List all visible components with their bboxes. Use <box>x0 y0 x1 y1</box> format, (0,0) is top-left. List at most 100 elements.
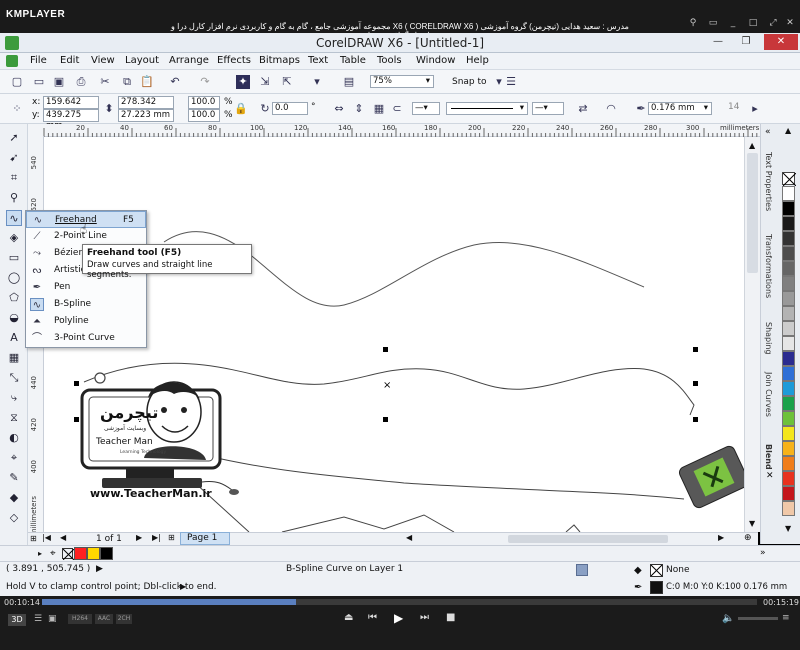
search-content-icon[interactable]: ✦ <box>236 75 250 89</box>
previous-icon[interactable]: ⏮ <box>368 612 377 623</box>
palette-swatch[interactable] <box>782 456 795 471</box>
menu-layout[interactable]: Layout <box>125 55 159 66</box>
fill-swatch[interactable] <box>650 564 663 577</box>
docker-close-icon[interactable]: ✕ <box>766 471 774 481</box>
menu-view[interactable]: View <box>91 55 115 66</box>
stop-icon[interactable]: ■ <box>446 612 455 623</box>
scroll-up-icon[interactable]: ▲ <box>749 141 755 150</box>
freehand-tool-icon[interactable]: ∿ <box>6 210 22 226</box>
palette-expand-icon[interactable]: » <box>760 548 766 558</box>
add-page-icon[interactable]: ⊞ <box>168 533 175 542</box>
equalizer-icon[interactable]: ≡ <box>782 613 790 623</box>
status-expand-icon[interactable]: ▶ <box>96 564 103 574</box>
palette-swatch[interactable] <box>782 471 795 486</box>
transparency-tool-icon[interactable]: ◐ <box>6 430 22 446</box>
hscroll-right-icon[interactable]: ▶ <box>718 533 724 542</box>
table-tool-icon[interactable]: ▦ <box>6 350 22 366</box>
palette-swatch[interactable] <box>782 486 795 501</box>
reverse-direction-icon[interactable]: ⇄ <box>576 102 590 116</box>
first-page-icon[interactable]: |◀ <box>42 533 51 542</box>
undo-icon[interactable]: ↶ <box>168 75 182 89</box>
hscroll-left-icon[interactable]: ◀ <box>406 533 412 542</box>
palette-swatch[interactable] <box>782 201 795 216</box>
next-page-icon[interactable]: ▶ <box>136 533 142 542</box>
scroll-down-icon[interactable]: ▼ <box>749 519 755 528</box>
flyout-item-polyline[interactable]: ⏶ Polyline <box>26 313 146 330</box>
palette-swatch[interactable] <box>782 186 795 201</box>
height-field[interactable]: 27.223 mm <box>118 109 174 122</box>
close-icon[interactable]: ✕ <box>764 34 798 50</box>
snap-to-button[interactable]: Snap to <box>452 77 487 87</box>
playlist-icon[interactable]: ☰ <box>34 614 42 624</box>
close-curve-button-icon[interactable]: ◠ <box>604 102 618 116</box>
palette-swatch[interactable] <box>782 216 795 231</box>
docker-tab-blend[interactable]: Blend <box>764 444 773 470</box>
docker-tab-shaping[interactable]: Shaping <box>764 322 773 355</box>
scale-y-field[interactable]: 100.0 <box>188 109 220 122</box>
volume-slider[interactable] <box>738 617 778 620</box>
doc-swatch-black[interactable] <box>100 547 113 560</box>
palette-swatch[interactable] <box>782 426 795 441</box>
palette-swatch[interactable] <box>782 351 795 366</box>
rotation-angle-field[interactable]: 0.0 <box>272 102 308 115</box>
ellipse-tool-icon[interactable]: ◯ <box>6 270 22 286</box>
restore-icon[interactable]: ❐ <box>734 34 758 50</box>
shape-tool-icon[interactable]: ➹ <box>6 150 22 166</box>
menu-help[interactable]: Help <box>466 55 489 66</box>
palette-swatch[interactable] <box>782 441 795 456</box>
save-icon[interactable]: ▣ <box>52 75 66 89</box>
mirror-vertical-icon[interactable]: ⇕ <box>352 102 366 116</box>
rectangle-tool-icon[interactable]: ▭ <box>6 250 22 266</box>
palette-swatch[interactable] <box>782 366 795 381</box>
menu-text[interactable]: Text <box>308 55 328 66</box>
new-document-icon[interactable]: ▢ <box>10 75 24 89</box>
horizontal-scroll-thumb[interactable] <box>508 535 668 543</box>
close-curve-icon[interactable]: ⊂ <box>390 102 404 116</box>
minimize-icon[interactable]: — <box>706 34 730 50</box>
palette-swatch[interactable] <box>782 261 795 276</box>
menu-effects[interactable]: Effects <box>217 55 251 66</box>
eject-icon[interactable]: ⏏ <box>344 612 353 623</box>
palette-scroll-up-icon[interactable]: ▲ <box>785 126 791 135</box>
flyout-item-3-point-curve[interactable]: ⌒ 3-Point Curve <box>26 330 146 347</box>
menu-bitmaps[interactable]: Bitmaps <box>259 55 300 66</box>
drawing-canvas[interactable]: × تیچرمن وبسایت آموزشی Teacher Man Learn… <box>44 137 744 532</box>
menu-window[interactable]: Window <box>416 55 455 66</box>
palette-swatch[interactable] <box>782 411 795 426</box>
play-icon[interactable]: ▶ <box>394 611 403 625</box>
next-icon[interactable]: ⏭ <box>420 612 429 623</box>
page-tab[interactable]: Page 1 <box>180 532 230 545</box>
wrap-text-icon[interactable]: ▦ <box>372 102 386 116</box>
prev-page-icon[interactable]: ◀ <box>60 533 66 542</box>
last-page-icon[interactable]: ▶| <box>152 533 161 542</box>
lock-ratio-icon[interactable]: 🔒 <box>234 102 248 116</box>
text-tool-icon[interactable]: A <box>6 330 22 346</box>
docker-tab-transformations[interactable]: Transformations <box>764 234 773 298</box>
palette-swatch[interactable] <box>782 381 795 396</box>
menu-edit[interactable]: Edit <box>60 55 79 66</box>
palette-swatch[interactable] <box>782 291 795 306</box>
docker-collapse-icon[interactable]: « <box>765 127 771 137</box>
palette-swatch[interactable] <box>782 336 795 351</box>
seek-bar[interactable] <box>42 599 757 605</box>
pick-tool-icon[interactable]: ➚ <box>6 130 22 146</box>
doc-no-color-swatch[interactable] <box>62 548 75 561</box>
start-arrowhead-select[interactable]: —▾ <box>412 102 440 115</box>
doc-palette-arrow-icon[interactable]: ▸ <box>38 549 42 558</box>
welcome-screen-icon[interactable]: ▤ <box>342 75 356 89</box>
scroll-thumb[interactable] <box>747 153 758 273</box>
outline-swatch[interactable] <box>650 581 663 594</box>
palette-swatch[interactable] <box>782 396 795 411</box>
palette-swatch[interactable] <box>782 321 795 336</box>
blend-tool-icon[interactable]: ⧖ <box>6 410 22 426</box>
palette-swatch[interactable] <box>782 231 795 246</box>
width-field[interactable]: 278.342 mm <box>118 96 174 118</box>
player-minimize-icon[interactable]: _ <box>727 18 739 29</box>
dimension-tool-icon[interactable]: ⤡ <box>6 370 22 386</box>
paste-icon[interactable]: 📋 <box>140 75 154 89</box>
polygon-tool-icon[interactable]: ⬠ <box>6 290 22 306</box>
navigator-icon[interactable]: ⊕ <box>744 533 752 543</box>
no-color-swatch[interactable] <box>782 172 797 187</box>
player-close-icon[interactable]: ✕ <box>784 18 796 29</box>
page-options-icon[interactable]: ⊞ <box>30 534 37 543</box>
